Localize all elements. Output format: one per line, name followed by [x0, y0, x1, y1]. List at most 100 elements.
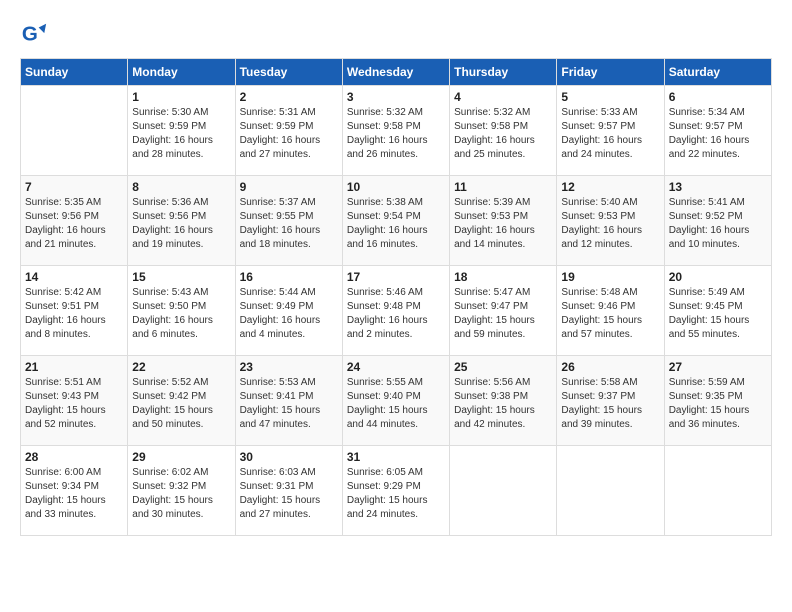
day-number: 7 [25, 180, 123, 194]
day-number: 15 [132, 270, 230, 284]
calendar-cell: 17 Sunrise: 5:46 AM Sunset: 9:48 PM Dayli… [342, 266, 449, 356]
day-number: 25 [454, 360, 552, 374]
weekday-header-saturday: Saturday [664, 59, 771, 86]
calendar-cell: 4Sunrise: 5:32 AM Sunset: 9:58 PM Daylig… [450, 86, 557, 176]
calendar-cell: 6 Sunrise: 5:34 AM Sunset: 9:57 PM Daylig… [664, 86, 771, 176]
day-number: 14 [25, 270, 123, 284]
day-info: Sunrise: 5:38 AM Sunset: 9:54 PM Dayligh… [347, 196, 445, 252]
day-number: 13 [669, 180, 767, 194]
calendar-cell: 3Sunrise: 5:32 AM Sunset: 9:58 PM Daylig… [342, 86, 449, 176]
day-number: 29 [132, 450, 230, 464]
day-number: 26 [561, 360, 659, 374]
calendar-cell: 25 Sunrise: 5:56 AM Sunset: 9:38 PM Dayli… [450, 356, 557, 446]
day-number: 20 [669, 270, 767, 284]
calendar-cell [664, 446, 771, 536]
calendar-cell: 18Sunrise: 5:47 AM Sunset: 9:47 PM Dayli… [450, 266, 557, 356]
calendar-cell: 20 Sunrise: 5:49 AM Sunset: 9:45 PM Dayli… [664, 266, 771, 356]
day-info: Sunrise: 5:48 AM Sunset: 9:46 PM Dayligh… [561, 286, 659, 342]
day-number: 6 [669, 90, 767, 104]
calendar-cell: 24 Sunrise: 5:55 AM Sunset: 9:40 PM Dayli… [342, 356, 449, 446]
weekday-header-thursday: Thursday [450, 59, 557, 86]
calendar-week-row: 28Sunrise: 6:00 AM Sunset: 9:34 PM Dayli… [21, 446, 772, 536]
calendar-body: 1 Sunrise: 5:30 AM Sunset: 9:59 PM Daylig… [21, 86, 772, 536]
calendar-cell: 5 Sunrise: 5:33 AM Sunset: 9:57 PM Daylig… [557, 86, 664, 176]
day-info: Sunrise: 5:42 AM Sunset: 9:51 PM Dayligh… [25, 286, 123, 342]
weekday-header-wednesday: Wednesday [342, 59, 449, 86]
day-number: 31 [347, 450, 445, 464]
calendar-cell: 30 Sunrise: 6:03 AM Sunset: 9:31 PM Dayli… [235, 446, 342, 536]
svg-text:G: G [22, 23, 38, 46]
day-number: 8 [132, 180, 230, 194]
day-info: Sunrise: 5:44 AM Sunset: 9:49 PM Dayligh… [240, 286, 338, 342]
day-number: 21 [25, 360, 123, 374]
calendar-week-row: 14 Sunrise: 5:42 AM Sunset: 9:51 PM Dayli… [21, 266, 772, 356]
day-info: Sunrise: 5:43 AM Sunset: 9:50 PM Dayligh… [132, 286, 230, 342]
day-info: Sunrise: 5:58 AM Sunset: 9:37 PM Dayligh… [561, 376, 659, 432]
calendar-cell: 2Sunrise: 5:31 AM Sunset: 9:59 PM Daylig… [235, 86, 342, 176]
calendar-cell [21, 86, 128, 176]
day-info: Sunrise: 5:34 AM Sunset: 9:57 PM Dayligh… [669, 106, 767, 162]
day-number: 1 [132, 90, 230, 104]
calendar-header: SundayMondayTuesdayWednesdayThursdayFrid… [21, 59, 772, 86]
day-info: Sunrise: 5:53 AM Sunset: 9:41 PM Dayligh… [240, 376, 338, 432]
calendar-cell: 1 Sunrise: 5:30 AM Sunset: 9:59 PM Daylig… [128, 86, 235, 176]
day-info: Sunrise: 5:47 AM Sunset: 9:47 PM Dayligh… [454, 286, 552, 342]
calendar-cell: 31 Sunrise: 6:05 AM Sunset: 9:29 PM Dayli… [342, 446, 449, 536]
day-info: Sunrise: 5:56 AM Sunset: 9:38 PM Dayligh… [454, 376, 552, 432]
calendar-cell: 14 Sunrise: 5:42 AM Sunset: 9:51 PM Dayli… [21, 266, 128, 356]
calendar-cell: 23 Sunrise: 5:53 AM Sunset: 9:41 PM Dayli… [235, 356, 342, 446]
day-info: Sunrise: 5:46 AM Sunset: 9:48 PM Dayligh… [347, 286, 445, 342]
day-number: 5 [561, 90, 659, 104]
calendar-cell: 26 Sunrise: 5:58 AM Sunset: 9:37 PM Dayli… [557, 356, 664, 446]
calendar-cell: 7 Sunrise: 5:35 AM Sunset: 9:56 PM Daylig… [21, 176, 128, 266]
weekday-row: SundayMondayTuesdayWednesdayThursdayFrid… [21, 59, 772, 86]
page-header: G [20, 20, 772, 48]
calendar-week-row: 7 Sunrise: 5:35 AM Sunset: 9:56 PM Daylig… [21, 176, 772, 266]
day-info: Sunrise: 5:49 AM Sunset: 9:45 PM Dayligh… [669, 286, 767, 342]
calendar-cell [450, 446, 557, 536]
day-number: 2 [240, 90, 338, 104]
weekday-header-tuesday: Tuesday [235, 59, 342, 86]
calendar-cell: 10 Sunrise: 5:38 AM Sunset: 9:54 PM Dayli… [342, 176, 449, 266]
calendar-cell: 8 Sunrise: 5:36 AM Sunset: 9:56 PM Daylig… [128, 176, 235, 266]
day-info: Sunrise: 5:35 AM Sunset: 9:56 PM Dayligh… [25, 196, 123, 252]
day-info: Sunrise: 5:40 AM Sunset: 9:53 PM Dayligh… [561, 196, 659, 252]
calendar-cell: 21Sunrise: 5:51 AM Sunset: 9:43 PM Dayli… [21, 356, 128, 446]
calendar-cell: 13 Sunrise: 5:41 AM Sunset: 9:52 PM Dayli… [664, 176, 771, 266]
day-number: 24 [347, 360, 445, 374]
day-number: 10 [347, 180, 445, 194]
day-number: 11 [454, 180, 552, 194]
day-number: 17 [347, 270, 445, 284]
day-info: Sunrise: 6:02 AM Sunset: 9:32 PM Dayligh… [132, 466, 230, 522]
day-info: Sunrise: 5:59 AM Sunset: 9:35 PM Dayligh… [669, 376, 767, 432]
day-number: 19 [561, 270, 659, 284]
calendar-cell: 27Sunrise: 5:59 AM Sunset: 9:35 PM Dayli… [664, 356, 771, 446]
day-number: 12 [561, 180, 659, 194]
day-info: Sunrise: 5:52 AM Sunset: 9:42 PM Dayligh… [132, 376, 230, 432]
day-info: Sunrise: 5:30 AM Sunset: 9:59 PM Dayligh… [132, 106, 230, 162]
day-info: Sunrise: 5:55 AM Sunset: 9:40 PM Dayligh… [347, 376, 445, 432]
calendar-cell: 19 Sunrise: 5:48 AM Sunset: 9:46 PM Dayli… [557, 266, 664, 356]
day-info: Sunrise: 5:33 AM Sunset: 9:57 PM Dayligh… [561, 106, 659, 162]
day-number: 23 [240, 360, 338, 374]
calendar-cell: 11 Sunrise: 5:39 AM Sunset: 9:53 PM Dayli… [450, 176, 557, 266]
logo-icon: G [20, 20, 48, 48]
calendar-week-row: 1 Sunrise: 5:30 AM Sunset: 9:59 PM Daylig… [21, 86, 772, 176]
day-number: 30 [240, 450, 338, 464]
day-info: Sunrise: 5:36 AM Sunset: 9:56 PM Dayligh… [132, 196, 230, 252]
day-info: Sunrise: 5:39 AM Sunset: 9:53 PM Dayligh… [454, 196, 552, 252]
day-info: Sunrise: 6:03 AM Sunset: 9:31 PM Dayligh… [240, 466, 338, 522]
day-number: 28 [25, 450, 123, 464]
day-number: 4 [454, 90, 552, 104]
calendar-cell: 9 Sunrise: 5:37 AM Sunset: 9:55 PM Daylig… [235, 176, 342, 266]
calendar-week-row: 21Sunrise: 5:51 AM Sunset: 9:43 PM Dayli… [21, 356, 772, 446]
calendar-table: SundayMondayTuesdayWednesdayThursdayFrid… [20, 58, 772, 536]
day-number: 16 [240, 270, 338, 284]
day-info: Sunrise: 6:05 AM Sunset: 9:29 PM Dayligh… [347, 466, 445, 522]
day-info: Sunrise: 5:37 AM Sunset: 9:55 PM Dayligh… [240, 196, 338, 252]
day-info: Sunrise: 5:32 AM Sunset: 9:58 PM Dayligh… [347, 106, 445, 162]
calendar-cell: 12 Sunrise: 5:40 AM Sunset: 9:53 PM Dayli… [557, 176, 664, 266]
calendar-cell: 16 Sunrise: 5:44 AM Sunset: 9:49 PM Dayli… [235, 266, 342, 356]
day-info: Sunrise: 5:41 AM Sunset: 9:52 PM Dayligh… [669, 196, 767, 252]
day-number: 9 [240, 180, 338, 194]
